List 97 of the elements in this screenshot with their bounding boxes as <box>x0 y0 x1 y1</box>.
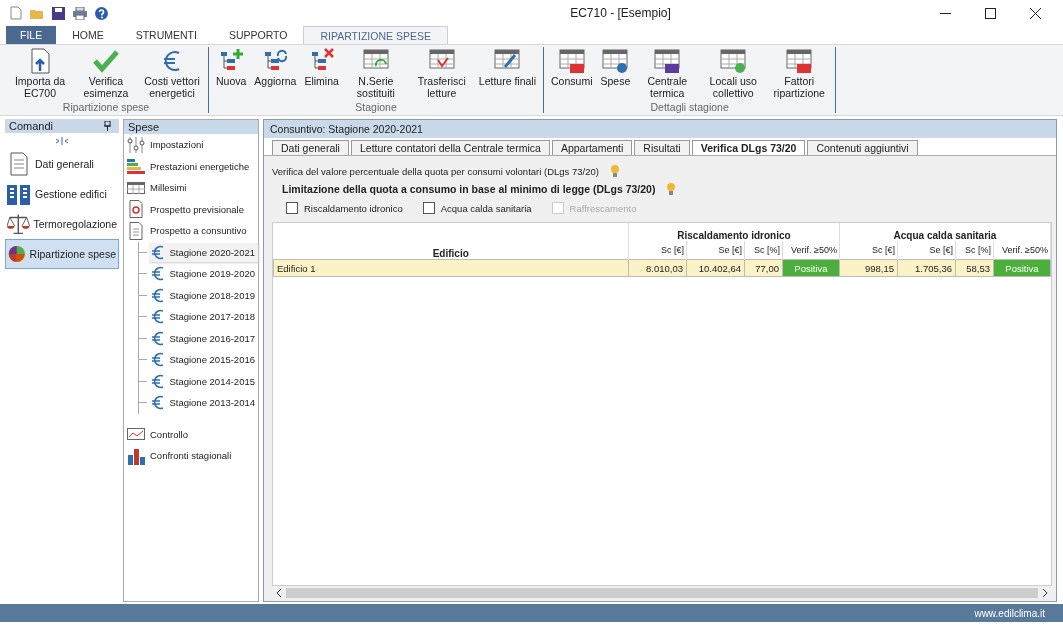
ribbon-group-label: Ripartizione spese <box>62 101 150 113</box>
tree-item[interactable]: Stagione 2015-2016 <box>149 350 258 370</box>
panel-title: Comandi <box>9 120 54 132</box>
command-item[interactable]: Gestione edifici <box>5 179 119 209</box>
tree-item[interactable]: Stagione 2019-2020 <box>149 264 258 284</box>
tree-item[interactable]: Stagione 2018-2019 <box>149 285 258 305</box>
close-icon[interactable] <box>1030 7 1041 19</box>
ribbon-tab[interactable]: HOME <box>56 26 120 44</box>
check-icon <box>92 48 120 74</box>
scroll-left-icon[interactable] <box>276 588 282 597</box>
tab[interactable]: Letture contatori della Centrale termica <box>350 140 550 155</box>
checkbox[interactable] <box>422 202 435 214</box>
tree-item[interactable]: Stagione 2014-2015 <box>149 371 258 391</box>
euro-icon <box>152 266 165 282</box>
ribbon-button[interactable]: Importa da EC700 <box>7 47 73 101</box>
euro-icon <box>152 373 165 389</box>
tree-item[interactable]: Stagione 2020-2021 <box>149 242 258 262</box>
tree-item[interactable]: Stagione 2016-2017 <box>149 328 258 348</box>
ribbon-button[interactable]: Trasferisci letture <box>408 47 475 101</box>
collapse-icon[interactable] <box>56 137 68 145</box>
table-cell: 8.010,03 <box>628 259 687 277</box>
ribbon-button[interactable]: Nuova <box>212 47 251 101</box>
checkbox-label: Raffrescamento <box>569 202 637 214</box>
checkbox-label: Acqua calda sanitaria <box>440 202 532 214</box>
bar-chart-icon <box>127 446 145 465</box>
ribbon-button[interactable]: Verifica esimenza <box>73 47 139 101</box>
ribbon-button[interactable]: Fattori ripartizione <box>766 47 833 101</box>
save-icon[interactable] <box>52 6 65 20</box>
table-cell: Positiva <box>782 259 840 277</box>
document-icon <box>127 221 145 240</box>
printer-icon[interactable] <box>73 6 87 20</box>
tree-item[interactable]: Stagione 2013-2014 <box>149 393 258 413</box>
tab[interactable]: Dati generali <box>272 140 349 155</box>
lightbulb-icon[interactable] <box>667 183 676 195</box>
section-title: Limitazione della quota a consumo in base al minimo di legge (DLgs 73/20) <box>282 183 656 195</box>
sliders-icon <box>127 135 145 154</box>
table-cell: 10.402,64 <box>686 259 745 277</box>
ribbon-button[interactable]: Letture finali <box>474 47 541 101</box>
column-group-header: Acqua calda sanitaria <box>839 223 1051 241</box>
table-cell: Positiva <box>993 259 1051 277</box>
ribbon-button[interactable]: Locali uso collettivo <box>700 47 767 101</box>
tree-item[interactable]: Prospetto previsionale <box>124 198 258 220</box>
tree-item[interactable]: Prospetto a consuntivo <box>124 220 258 242</box>
euro-icon <box>152 395 165 411</box>
tree-item[interactable]: Impostazioni <box>124 134 258 156</box>
euro-icon <box>152 287 165 303</box>
ribbon-group-label: Dettagli stagione <box>650 101 729 113</box>
help-icon[interactable] <box>95 6 108 20</box>
maximize-icon[interactable] <box>985 7 996 19</box>
table-cell: 998,15 <box>839 259 898 277</box>
ribbon-tab[interactable]: STRUMENTI <box>119 26 213 44</box>
tree-item[interactable]: Confronti stagionali <box>124 445 258 467</box>
euro-icon <box>152 330 165 346</box>
panel-title: Spese <box>128 121 160 133</box>
tree-item[interactable]: Millesimi <box>124 177 258 199</box>
ribbon-button[interactable]: Centrale termica <box>634 47 701 101</box>
table-cell: Edificio 1 <box>273 259 629 277</box>
tree-item[interactable]: Prestazioni energetiche <box>124 155 258 177</box>
buildings-icon <box>7 182 31 206</box>
checkbox-label: Riscaldamento idronico <box>304 202 403 214</box>
scroll-right-icon[interactable] <box>1042 588 1048 597</box>
scale-icon <box>7 212 30 236</box>
lightbulb-icon[interactable] <box>610 165 619 177</box>
ribbon-button[interactable]: Consumi <box>547 47 597 101</box>
tab[interactable]: Risultati <box>634 140 690 155</box>
panel-title: Consuntivo: Stagione 2020-2021 <box>270 123 423 135</box>
table-cell: 1.705,36 <box>897 259 956 277</box>
euro-icon <box>152 352 165 368</box>
table-cell: 58,53 <box>955 259 994 277</box>
tab[interactable]: Verifica DLgs 73/20 <box>691 140 806 155</box>
ribbon-button[interactable]: Elimina <box>300 47 343 101</box>
ribbon-tab[interactable]: FILE <box>6 26 57 44</box>
tab[interactable]: Appartamenti <box>551 140 633 155</box>
checkbox[interactable] <box>286 202 298 214</box>
ribbon-button[interactable]: Aggiorna <box>250 47 301 101</box>
document-icon <box>7 152 31 176</box>
tree-item[interactable]: Stagione 2017-2018 <box>149 307 258 327</box>
tab[interactable]: Contenuti aggiuntivi <box>807 140 918 155</box>
description-text: Verifica del valore percentuale della quota per consumi volontari (DLgs 73/20) <box>272 165 599 177</box>
ribbon-group-label: Stagione <box>355 101 397 113</box>
window-title: EC710 - [Esempio] <box>569 6 672 20</box>
command-item[interactable]: Ripartizione spese <box>5 239 119 269</box>
command-item[interactable]: Dati generali <box>5 149 119 179</box>
euro-icon <box>152 244 165 260</box>
command-item[interactable]: Termoregolazione <box>5 209 119 239</box>
column-group-header: Riscaldamento idronico <box>628 223 840 241</box>
table-cell: 77,00 <box>744 259 783 277</box>
ribbon-button[interactable]: Costi vettori energetici <box>139 47 205 101</box>
euro-icon <box>152 309 165 325</box>
ribbon-button[interactable]: Spese <box>596 47 635 101</box>
ribbon-tab[interactable]: SUPPORTO <box>212 26 304 44</box>
energy-bars-icon <box>127 157 145 176</box>
ribbon-tab[interactable]: RIPARTIZIONE SPESE <box>303 26 448 44</box>
status-text: www.edilclima.it <box>974 607 1045 619</box>
tree-item[interactable]: Controllo <box>124 423 258 445</box>
ribbon-button[interactable]: N.Serie sostituiti <box>342 47 409 101</box>
pin-icon[interactable] <box>104 121 111 131</box>
